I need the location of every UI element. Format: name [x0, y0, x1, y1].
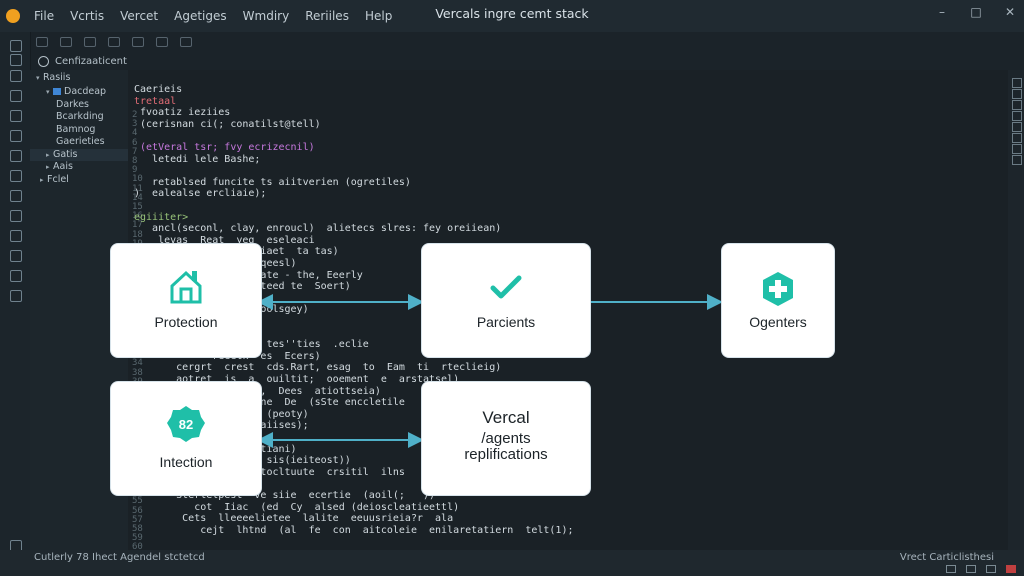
chevron-right-icon: ▸	[40, 175, 44, 184]
toolbar-icon[interactable]	[60, 37, 72, 47]
toolbar-icon[interactable]	[180, 37, 192, 47]
tree-item[interactable]: ▾ Dacdeap	[30, 86, 144, 98]
menu-item[interactable]: File	[26, 0, 62, 32]
circle-icon	[38, 55, 49, 67]
tree-item-label: Bcarkding	[56, 111, 104, 122]
status-icon[interactable]	[966, 565, 976, 573]
breadcrumb-label[interactable]: Cenfizaaticent	[55, 56, 127, 67]
activity-bar	[0, 32, 31, 576]
plus-hexagon-icon	[763, 272, 793, 306]
menu-item[interactable]: Vcrtis	[62, 0, 112, 32]
toolbar-icon[interactable]	[36, 37, 48, 47]
toolbar	[32, 32, 1024, 52]
breadcrumb: Cenfizaaticent	[32, 52, 1024, 70]
status-bar: Cutlerly 78 Ihect Agendel stctetcd Vrect…	[0, 550, 1024, 576]
activity-icon[interactable]	[10, 290, 22, 302]
folder-icon	[53, 88, 61, 95]
rail-icon[interactable]	[1012, 78, 1022, 88]
card-label: Parcients	[476, 314, 536, 330]
card-label: Ogenters	[749, 314, 807, 330]
rail-icon[interactable]	[1012, 155, 1022, 165]
chevron-right-icon: ▸	[46, 163, 50, 171]
status-icon[interactable]	[986, 565, 996, 573]
explorer-root-label: Rasiis	[43, 72, 71, 83]
activity-icon[interactable]	[10, 54, 22, 66]
tree-item[interactable]: ▸ Fclel	[30, 174, 138, 186]
tree-item-label: Gaerieties	[56, 136, 105, 147]
title-bar: File Vcrtis Vercet Agetiges Wmdiry Reriiles He…	[0, 0, 1024, 32]
menu-item[interactable]: Help	[357, 0, 400, 32]
rail-icon[interactable]	[1012, 133, 1022, 143]
card-vercal-agents[interactable]: Vercal /agents replifications	[422, 382, 590, 495]
toolbar-icon[interactable]	[156, 37, 168, 47]
card-intection[interactable]: 82 Intection	[111, 382, 261, 495]
tree-item-label: Darkes	[56, 98, 89, 110]
card-label: Protection	[154, 314, 218, 330]
menu-item[interactable]: Wmdiry	[235, 0, 298, 32]
card-parcients[interactable]: Parcients	[422, 244, 590, 357]
rail-icon[interactable]	[1012, 89, 1022, 99]
status-icons	[946, 565, 1016, 573]
activity-icon[interactable]	[10, 170, 22, 182]
tree-item[interactable]: ▸ Aais	[30, 161, 144, 173]
tree-item-label: Dacdeap	[64, 86, 107, 97]
menu-item[interactable]: Vercet	[112, 0, 166, 32]
window-controls: – □ ✕	[936, 6, 1016, 18]
menu-item[interactable]: Reriiles	[297, 0, 357, 32]
tree-item-label: Bamnog	[56, 123, 96, 135]
menu-item[interactable]: Agetiges	[166, 0, 235, 32]
activity-icon[interactable]	[10, 210, 22, 222]
activity-icon[interactable]	[10, 270, 22, 282]
tree-item[interactable]: ▸ Gatis	[30, 148, 144, 161]
toolbar-icon[interactable]	[108, 37, 120, 47]
tree-item-label: Fclel	[47, 173, 69, 185]
app-logo-icon[interactable]	[6, 9, 20, 23]
activity-icon[interactable]	[10, 150, 22, 162]
activity-icon[interactable]	[10, 130, 22, 142]
chevron-down-icon: ▾	[46, 88, 50, 96]
rail-icon[interactable]	[1012, 144, 1022, 154]
chevron-down-icon: ▾	[36, 74, 40, 82]
chevron-right-icon: ▸	[46, 150, 50, 159]
tree-item-label: Gatis	[53, 148, 78, 160]
menu-bar: File Vcrtis Vercet Agetiges Wmdiry Reriiles He…	[26, 0, 400, 32]
card-label-line: replifications	[464, 446, 548, 463]
card-label: Intection	[159, 454, 213, 470]
activity-icon[interactable]	[10, 190, 22, 202]
rail-icon[interactable]	[1012, 100, 1022, 110]
maximize-icon[interactable]: □	[970, 6, 982, 18]
card-label-line: Vercal	[482, 408, 530, 427]
rail-icon[interactable]	[1012, 111, 1022, 121]
house-icon	[170, 270, 202, 304]
status-right: Vrect Carticlisthesi	[899, 552, 994, 563]
rail-icon[interactable]	[1012, 122, 1022, 132]
toolbar-icon[interactable]	[132, 37, 144, 47]
toolbar-icon[interactable]	[84, 37, 96, 47]
activity-icon[interactable]	[10, 90, 22, 102]
activity-icon[interactable]	[10, 70, 22, 82]
badge-text: 82	[179, 417, 193, 432]
right-rail[interactable]	[1008, 70, 1024, 550]
activity-icon[interactable]	[10, 250, 22, 262]
card-protection[interactable]: Protection	[111, 244, 261, 357]
status-icon[interactable]	[946, 565, 956, 573]
status-left: Cutlerly 78 Ihect Agendel stctetcd	[34, 552, 205, 563]
card-ogenters[interactable]: Ogenters	[722, 244, 834, 357]
badge-icon: 82	[167, 406, 205, 442]
activity-icon[interactable]	[10, 40, 22, 52]
minimize-icon[interactable]: –	[936, 6, 948, 18]
card-label-line: /agents	[481, 430, 531, 447]
explorer-root[interactable]: ▾ Rasiis	[36, 72, 70, 84]
flag-icon[interactable]	[1006, 565, 1016, 573]
activity-icon[interactable]	[10, 110, 22, 122]
check-icon	[490, 275, 522, 299]
tree-item-label: Aais	[53, 161, 73, 172]
activity-icon[interactable]	[10, 230, 22, 242]
close-icon[interactable]: ✕	[1004, 6, 1016, 18]
code-editor[interactable]: 2346789101114151617181920212223242526273…	[111, 70, 1008, 562]
